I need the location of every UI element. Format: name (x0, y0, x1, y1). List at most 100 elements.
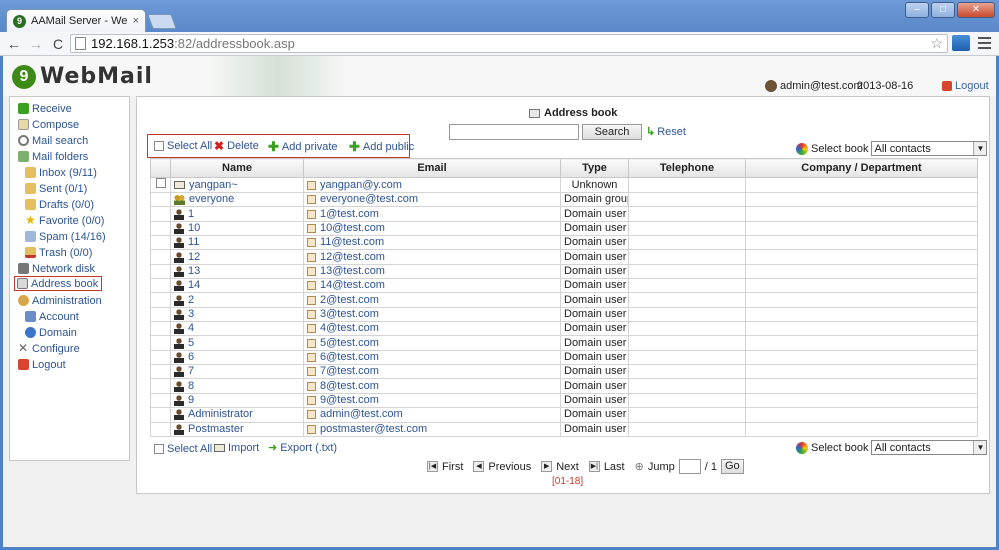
select-book-dropdown[interactable]: All contacts ▼ (871, 440, 988, 455)
next-page-link[interactable]: Next (556, 461, 579, 473)
name-cell[interactable]: 1 (170, 206, 304, 222)
import-button[interactable]: Import (214, 442, 259, 454)
column-header-type[interactable]: Type (560, 158, 629, 178)
checkbox[interactable] (154, 141, 164, 151)
tab-close-icon[interactable]: × (133, 15, 139, 27)
column-header-name[interactable]: Name (170, 158, 304, 178)
contact-name[interactable]: 5 (188, 337, 194, 349)
contact-name[interactable]: 1 (188, 208, 194, 220)
checkbox[interactable] (154, 444, 164, 454)
browser-tab[interactable]: 9 AAMail Server - Webm × (6, 9, 146, 32)
email-cell[interactable]: 10@test.com (303, 220, 561, 237)
table-row[interactable]: 9 9@test.com Domain user (150, 392, 978, 409)
previous-page-icon[interactable]: ◀ (473, 461, 485, 472)
email-cell[interactable]: 4@test.com (303, 321, 561, 337)
search-input[interactable] (449, 124, 579, 140)
email-cell[interactable]: 1@test.com (303, 206, 561, 222)
contact-name[interactable]: 10 (188, 222, 200, 234)
sidebar-item-mail-search[interactable]: Mail search (18, 133, 88, 148)
contact-email[interactable]: 9@test.com (320, 394, 379, 406)
name-cell[interactable]: 2 (170, 292, 304, 308)
close-window-button[interactable]: ✕ (957, 2, 995, 18)
contact-name[interactable]: Administrator (188, 409, 253, 421)
next-page-icon[interactable]: ▶ (541, 461, 553, 472)
email-cell[interactable]: 9@test.com (303, 392, 561, 409)
email-cell[interactable]: postmaster@test.com (303, 421, 561, 437)
contact-email[interactable]: 12@test.com (320, 251, 385, 263)
name-cell[interactable]: 14 (170, 278, 304, 294)
delete-button[interactable]: ✖ Delete (214, 139, 259, 153)
table-row[interactable]: everyone everyone@test.com Domain group (150, 191, 978, 208)
reload-icon[interactable]: C (50, 36, 66, 52)
first-page-link[interactable]: First (442, 461, 463, 473)
contact-name[interactable]: everyone (189, 194, 234, 206)
first-page-icon[interactable]: |◀ (427, 461, 438, 472)
contact-email[interactable]: 2@test.com (320, 294, 379, 306)
sidebar-item-configure[interactable]: ✕ Configure (18, 341, 80, 356)
contact-email[interactable]: admin@test.com (320, 409, 403, 421)
email-cell[interactable]: 6@test.com (303, 349, 561, 366)
sidebar-item-compose[interactable]: Compose (18, 117, 79, 132)
contact-name[interactable]: 13 (188, 265, 200, 277)
contact-email[interactable]: yangpan@y.com (320, 179, 402, 192)
contact-name[interactable]: 12 (188, 251, 200, 263)
table-row[interactable]: 1 1@test.com Domain user (150, 206, 978, 222)
sidebar-item-address-book[interactable]: Address book (14, 276, 103, 291)
bottom-select-all-checkbox[interactable]: Select All (154, 443, 212, 455)
contact-email[interactable]: 8@test.com (320, 380, 379, 392)
contact-name[interactable]: 11 (188, 237, 199, 249)
column-header-telephone[interactable]: Telephone (628, 158, 746, 178)
name-cell[interactable]: Postmaster (170, 421, 304, 437)
name-cell[interactable]: 10 (170, 220, 304, 237)
contact-email[interactable]: 14@test.com (320, 280, 385, 292)
browser-menu-icon[interactable] (978, 37, 991, 52)
column-header-email[interactable]: Email (303, 158, 561, 178)
table-row[interactable]: 2 2@test.com Domain user (150, 292, 978, 308)
sidebar-item-receive[interactable]: Receive (18, 101, 72, 116)
contact-name[interactable]: 14 (188, 280, 200, 292)
name-cell[interactable]: 9 (170, 392, 304, 409)
name-cell[interactable]: Administrator (170, 407, 304, 423)
add-public-button[interactable]: ✚ Add public (349, 139, 414, 155)
name-cell[interactable]: 12 (170, 249, 304, 265)
name-cell[interactable]: everyone (170, 191, 304, 208)
email-cell[interactable]: 7@test.com (303, 364, 561, 380)
sidebar-item-network-disk[interactable]: Network disk (18, 261, 95, 276)
go-button[interactable]: Go (720, 459, 744, 474)
back-arrow-icon[interactable]: ← (6, 36, 22, 52)
email-cell[interactable]: 3@test.com (303, 306, 561, 323)
name-cell[interactable]: 5 (170, 335, 304, 351)
email-cell[interactable]: 2@test.com (303, 292, 561, 308)
table-row[interactable]: 11 11@test.com Domain user (150, 235, 978, 251)
contact-name[interactable]: 8 (188, 380, 194, 392)
name-cell[interactable]: 4 (170, 321, 304, 337)
contact-email[interactable]: 10@test.com (320, 222, 385, 234)
sidebar-item-drafts[interactable]: Drafts (0/0) (25, 197, 94, 212)
contact-name[interactable]: 4 (188, 323, 194, 335)
sidebar-item-trash[interactable]: Trash (0/0) (25, 245, 92, 260)
name-cell[interactable]: 3 (170, 306, 304, 323)
maximize-button[interactable]: □ (931, 2, 955, 18)
sidebar-item-logout[interactable]: Logout (18, 357, 66, 372)
previous-page-link[interactable]: Previous (488, 461, 531, 473)
extension-icon[interactable] (952, 35, 970, 51)
header-logout-link[interactable]: Logout (942, 80, 989, 92)
contact-email[interactable]: 5@test.com (320, 337, 379, 349)
search-button[interactable]: Search (582, 124, 642, 140)
contact-name[interactable]: 9 (188, 394, 194, 406)
jump-page-input[interactable] (678, 459, 701, 474)
sidebar-item-favorite[interactable]: ★ Favorite (0/0) (25, 213, 104, 228)
name-cell[interactable]: 8 (170, 378, 304, 394)
contact-name[interactable]: yangpan~ (189, 179, 238, 192)
last-page-icon[interactable]: ▶| (588, 461, 600, 472)
table-row[interactable]: 3 3@test.com Domain user (150, 306, 978, 323)
email-cell[interactable]: 13@test.com (303, 263, 561, 280)
table-row[interactable]: 10 10@test.com Domain user (150, 220, 978, 237)
table-row[interactable]: Administrator admin@test.com Domain user (150, 407, 978, 423)
contact-email[interactable]: 6@test.com (320, 351, 379, 363)
select-all-checkbox[interactable]: Select All (154, 140, 212, 152)
new-tab-button[interactable] (147, 14, 177, 29)
email-cell[interactable]: 11@test.com (303, 235, 561, 251)
sidebar-item-administration[interactable]: Administration (18, 293, 102, 308)
table-row[interactable]: 7 7@test.com Domain user (150, 364, 978, 380)
